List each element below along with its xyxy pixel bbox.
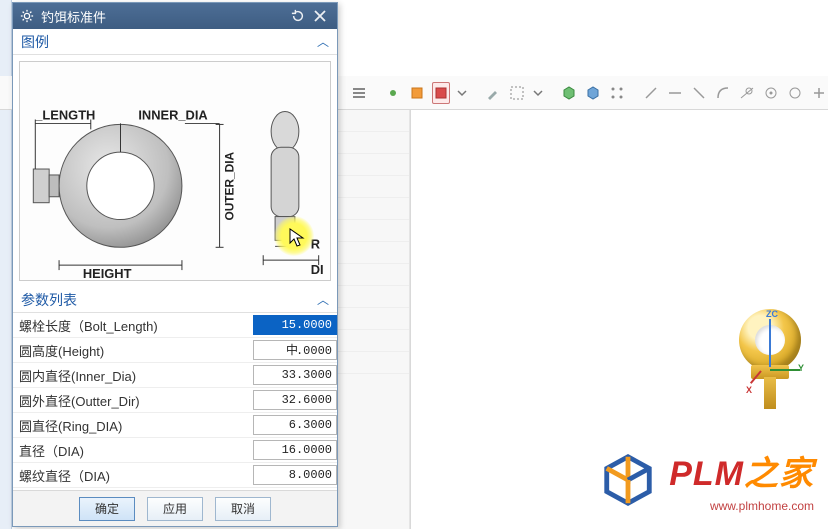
chevron-up-icon: ︿	[317, 33, 329, 50]
param-row: 圆高度(Height)中.0000	[13, 338, 337, 363]
param-row: 圆直径(Ring_DIA)6.3000	[13, 413, 337, 438]
toolbar-snap-icon[interactable]	[608, 82, 626, 104]
cancel-button[interactable]: 取消	[215, 497, 271, 521]
param-name: 螺栓长度（Bolt_Length)	[19, 316, 253, 335]
param-name: 圆高度(Height)	[19, 341, 253, 360]
param-name: 直径（DIA)	[19, 441, 253, 460]
ok-button[interactable]: 确定	[79, 497, 135, 521]
param-value-input[interactable]: 33.3000	[253, 365, 337, 385]
toolbar-tangent-icon[interactable]	[738, 82, 756, 104]
param-value-input[interactable]: 8.0000	[253, 465, 337, 485]
close-button[interactable]	[309, 6, 331, 26]
tree-panel	[338, 110, 410, 529]
gear-icon	[19, 8, 35, 24]
axis-x-label: X	[746, 385, 752, 395]
parameter-list: 螺栓长度（Bolt_Length)15.0000圆高度(Height)中.000…	[13, 313, 337, 490]
svg-text:R: R	[311, 236, 321, 251]
param-value-input[interactable]: 16.0000	[253, 440, 337, 460]
param-name: 螺纹直径（DIA)	[19, 466, 253, 485]
toolbar-circle-target-icon[interactable]	[762, 82, 780, 104]
param-value-input[interactable]: 6.3000	[253, 415, 337, 435]
section-diagram-title: 图例	[21, 32, 49, 52]
param-name: 圆外直径(Outter_Dir)	[19, 391, 253, 410]
watermark: PLM之家 www.plmhome.com	[599, 446, 814, 513]
section-diagram-header[interactable]: 图例 ︿	[13, 29, 337, 55]
axis-y-label: Y	[798, 363, 804, 373]
toolbar-circle-icon[interactable]	[786, 82, 804, 104]
param-row: 螺纹直径（DIA)8.0000	[13, 463, 337, 488]
param-value-input[interactable]: 15.0000	[253, 315, 337, 335]
param-value-input[interactable]: 32.6000	[253, 390, 337, 410]
dialog-button-bar: 确定 应用 取消	[13, 490, 337, 526]
svg-text:INNER_DIA: INNER_DIA	[138, 107, 207, 122]
param-row: 圆外直径(Outter_Dir)32.6000	[13, 388, 337, 413]
param-name: 圆内直径(Inner_Dia)	[19, 366, 253, 385]
toolbar-plus-icon[interactable]	[810, 82, 828, 104]
toolbar-point-icon[interactable]	[384, 82, 402, 104]
toolbar-box-blue-icon[interactable]	[584, 82, 602, 104]
toolbar-line-diag-icon[interactable]	[642, 82, 660, 104]
toolbar-dropdown-icon[interactable]	[532, 82, 544, 104]
svg-text:DI: DI	[311, 262, 324, 277]
chevron-up-icon: ︿	[317, 291, 329, 308]
logo-cube-icon	[599, 451, 657, 509]
param-value-input[interactable]: 中.0000	[253, 340, 337, 360]
param-row: 螺栓长度（Bolt_Length)15.0000	[13, 313, 337, 338]
toolbar-cube-red-icon[interactable]	[432, 82, 450, 104]
param-row: 圆内直径(Inner_Dia)33.3000	[13, 363, 337, 388]
toolbar-eyedrop-icon[interactable]	[484, 82, 502, 104]
toolbar-line-diag2-icon[interactable]	[690, 82, 708, 104]
toolbar-box-green-icon[interactable]	[560, 82, 578, 104]
param-name: 圆直径(Ring_DIA)	[19, 416, 253, 435]
apply-button[interactable]: 应用	[147, 497, 203, 521]
model-eyebolt: ZC Y X	[730, 309, 810, 429]
section-params-title: 参数列表	[21, 290, 77, 310]
parameters-dialog: 钓饵标准件 图例 ︿	[12, 2, 338, 527]
toolbar-select-rect-icon[interactable]	[508, 82, 526, 104]
diagram-area: _LENGTH INNER_DIA OUTER_DIA HEIGHT	[13, 55, 337, 287]
toolbar-dropdown-icon[interactable]	[456, 82, 468, 104]
axis-z-label: ZC	[766, 309, 778, 319]
toolbar-line-h-icon[interactable]	[666, 82, 684, 104]
param-row: 直径（DIA)16.0000	[13, 438, 337, 463]
watermark-brand: PLM之家	[669, 446, 814, 495]
dialog-title: 钓饵标准件	[41, 7, 106, 26]
dialog-titlebar[interactable]: 钓饵标准件	[13, 3, 337, 29]
svg-text:OUTER_DIA: OUTER_DIA	[222, 152, 236, 221]
reset-button[interactable]	[287, 6, 309, 26]
section-params-header[interactable]: 参数列表 ︿	[13, 287, 337, 313]
toolbar-menu-icon[interactable]	[350, 82, 368, 104]
svg-text:_LENGTH: _LENGTH	[34, 107, 95, 122]
watermark-url: www.plmhome.com	[669, 499, 814, 513]
toolbar-cube-orange-icon[interactable]	[408, 82, 426, 104]
toolbar-arc-icon[interactable]	[714, 82, 732, 104]
svg-text:HEIGHT: HEIGHT	[83, 266, 132, 280]
